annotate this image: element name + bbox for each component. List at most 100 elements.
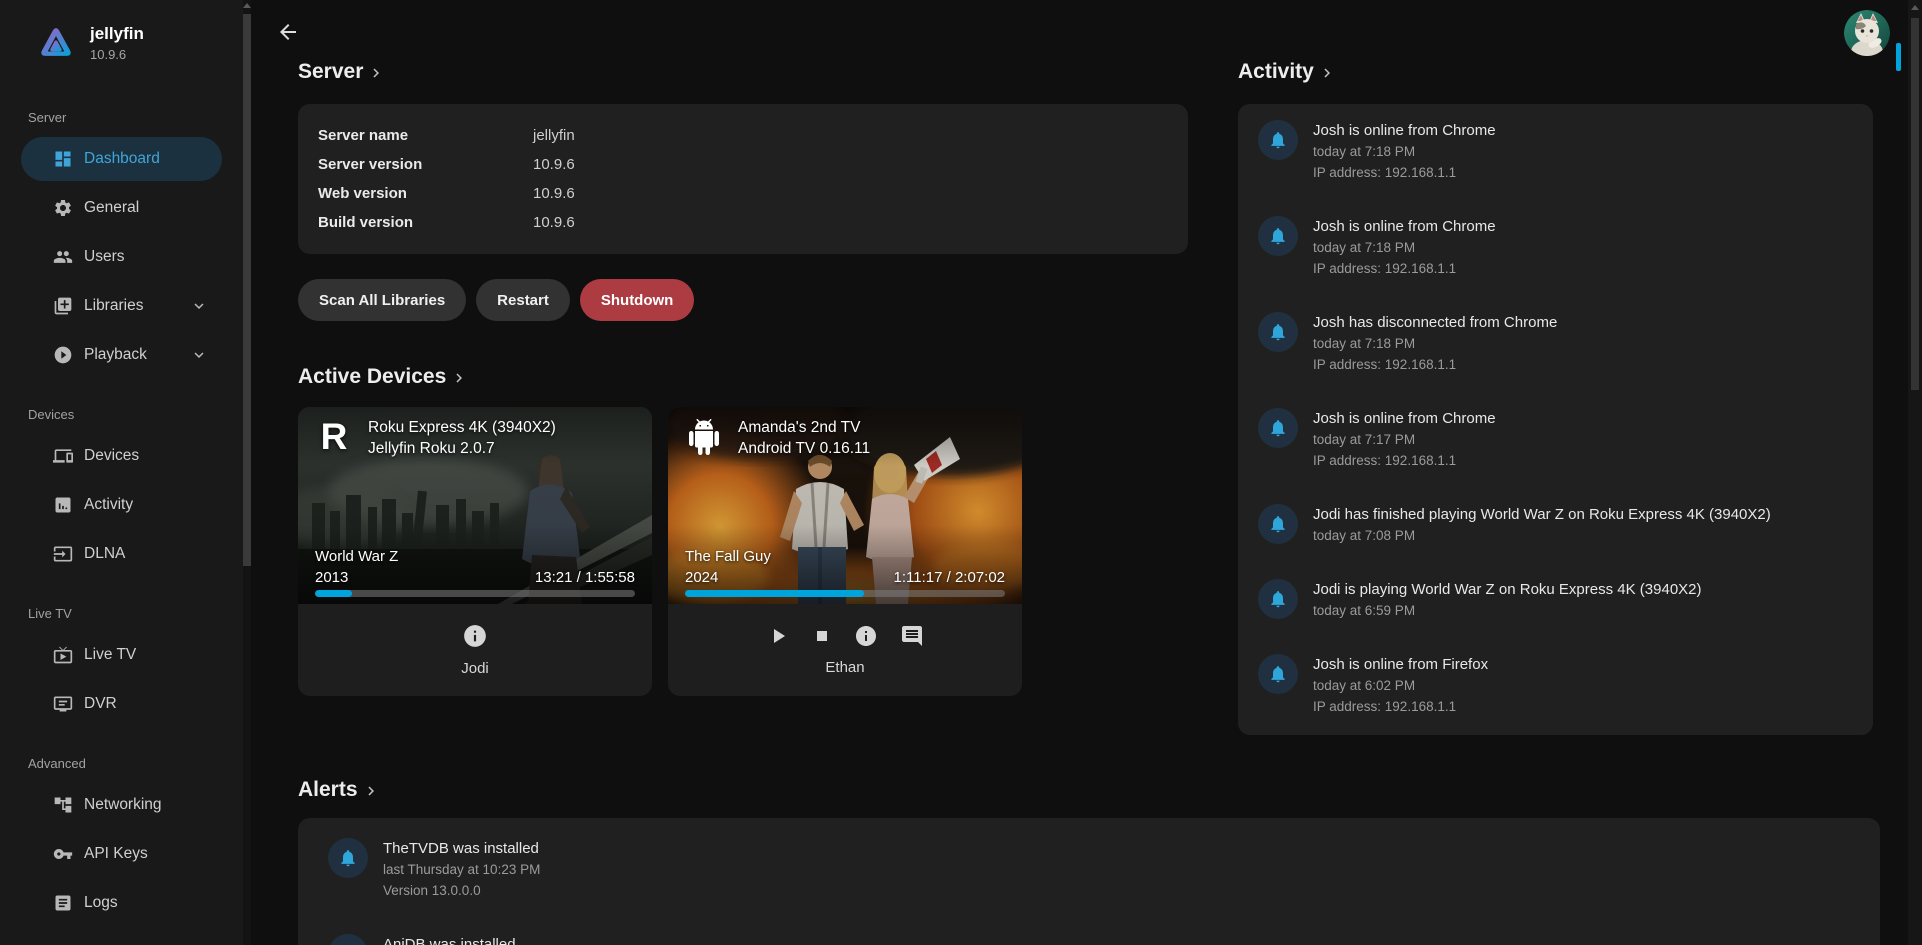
now-playing-backdrop: Amanda's 2nd TV Android TV 0.16.11 The F… bbox=[668, 407, 1022, 604]
dlna-icon bbox=[53, 544, 73, 564]
session-user: Ethan bbox=[825, 659, 864, 676]
server-info-row: Server version 10.9.6 bbox=[318, 150, 1168, 179]
playback-progress-bar bbox=[685, 590, 1005, 597]
sidebar-item-activity[interactable]: Activity bbox=[21, 483, 222, 527]
sidebar-item-dvr[interactable]: DVR bbox=[21, 682, 222, 726]
activity-item-ip: IP address: 192.168.1.1 bbox=[1313, 162, 1496, 183]
playback-icon bbox=[53, 345, 73, 365]
sidebar-item-general[interactable]: General bbox=[21, 186, 222, 230]
device-card-roku[interactable]: R Roku Express 4K (3940X2) Jellyfin Roku… bbox=[298, 407, 652, 696]
dvr-icon bbox=[53, 694, 73, 714]
sidebar-item-dlna[interactable]: DLNA bbox=[21, 532, 222, 576]
notification-avatar bbox=[1258, 654, 1298, 694]
alert-item-title: AniDB was installed bbox=[383, 934, 516, 945]
alerts-heading[interactable]: Alerts bbox=[298, 778, 380, 802]
sidebar-item-devices[interactable]: Devices bbox=[21, 434, 222, 478]
cat-avatar-image bbox=[1844, 10, 1890, 56]
sidebar-item-api-keys[interactable]: API Keys bbox=[21, 832, 222, 876]
sidebar-item-users[interactable]: Users bbox=[21, 235, 222, 279]
active-devices-heading[interactable]: Active Devices bbox=[298, 365, 468, 389]
session-user: Jodi bbox=[461, 660, 489, 677]
activity-icon bbox=[53, 495, 73, 515]
key-icon bbox=[53, 844, 73, 864]
dashboard-icon bbox=[53, 149, 73, 169]
alerts-card: TheTVDB was installed last Thursday at 1… bbox=[298, 818, 1880, 945]
server-section-heading[interactable]: Server bbox=[298, 60, 385, 84]
notification-avatar bbox=[328, 838, 368, 878]
sidebar-item-playback[interactable]: Playback bbox=[21, 333, 222, 377]
activity-item-title: Josh has disconnected from Chrome bbox=[1313, 312, 1557, 333]
logs-icon bbox=[53, 893, 73, 913]
app-header: jellyfin 10.9.6 bbox=[0, 0, 243, 64]
activity-item-title: Josh is online from Chrome bbox=[1313, 408, 1496, 429]
info-icon[interactable] bbox=[462, 623, 488, 649]
sidebar-item-live-tv[interactable]: Live TV bbox=[21, 633, 222, 677]
playback-progress-fill bbox=[685, 590, 864, 597]
notification-avatar bbox=[328, 934, 368, 945]
device-header: Amanda's 2nd TV Android TV 0.16.11 bbox=[682, 417, 870, 459]
device-card-footer: Ethan bbox=[668, 604, 1022, 696]
gear-icon bbox=[53, 198, 73, 218]
sidebar-item-label: API Keys bbox=[84, 845, 148, 863]
app-version: 10.9.6 bbox=[90, 47, 144, 62]
device-card-footer: Jodi bbox=[298, 604, 652, 696]
scroll-up-arrow-icon[interactable] bbox=[243, 3, 251, 8]
alert-item: TheTVDB was installed last Thursday at 1… bbox=[328, 838, 1860, 901]
alert-item-detail: Version 13.0.0.0 bbox=[383, 880, 540, 901]
sidebar-scrollbar-thumb[interactable] bbox=[243, 14, 251, 566]
sidebar-item-libraries[interactable]: Libraries bbox=[21, 284, 222, 328]
playback-progress-bar bbox=[315, 590, 635, 597]
android-icon bbox=[686, 417, 722, 457]
activity-item-ip: IP address: 192.168.1.1 bbox=[1313, 696, 1488, 717]
message-icon[interactable] bbox=[900, 624, 924, 648]
alert-item: AniDB was installed bbox=[328, 934, 1860, 945]
page-scrollbar-thumb[interactable] bbox=[1911, 18, 1919, 390]
scroll-up-arrow-icon[interactable] bbox=[1911, 5, 1919, 10]
stop-icon[interactable] bbox=[812, 626, 832, 646]
activity-item-time: today at 7:17 PM bbox=[1313, 429, 1496, 450]
device-name: Amanda's 2nd TV bbox=[738, 417, 870, 438]
sidebar-item-logs[interactable]: Logs bbox=[21, 881, 222, 925]
activity-card: Josh is online from Chrometoday at 7:18 … bbox=[1238, 104, 1873, 735]
server-info-row: Build version 10.9.6 bbox=[318, 208, 1168, 237]
activity-heading[interactable]: Activity bbox=[1238, 60, 1336, 84]
active-devices-title: Active Devices bbox=[298, 365, 446, 389]
playback-position: 13:21 / 1:55:58 bbox=[535, 569, 635, 586]
chevron-down-icon bbox=[190, 346, 208, 364]
info-icon[interactable] bbox=[854, 624, 878, 648]
sidebar-item-label: Logs bbox=[84, 894, 118, 912]
activity-item-ip: IP address: 192.168.1.1 bbox=[1313, 450, 1496, 471]
user-avatar[interactable] bbox=[1844, 10, 1890, 56]
shutdown-button[interactable]: Shutdown bbox=[580, 279, 694, 321]
back-button[interactable] bbox=[270, 14, 306, 50]
sidebar-item-dashboard[interactable]: Dashboard bbox=[21, 137, 222, 181]
server-section-title: Server bbox=[298, 60, 363, 84]
sidebar-section-devices: Devices bbox=[28, 407, 243, 422]
notification-avatar bbox=[1258, 408, 1298, 448]
restart-button[interactable]: Restart bbox=[476, 279, 570, 321]
server-info-label: Web version bbox=[318, 185, 533, 202]
media-title: World War Z bbox=[315, 548, 398, 565]
server-info-value: jellyfin bbox=[533, 127, 575, 144]
server-info-label: Server version bbox=[318, 156, 533, 173]
sidebar-item-label: DVR bbox=[84, 695, 117, 713]
activity-item-time: today at 7:18 PM bbox=[1313, 237, 1496, 258]
bell-icon bbox=[1268, 664, 1288, 684]
chevron-right-icon bbox=[1318, 64, 1336, 82]
notification-avatar bbox=[1258, 579, 1298, 619]
roku-logo-icon: R bbox=[321, 417, 348, 457]
device-card-android-tv[interactable]: Amanda's 2nd TV Android TV 0.16.11 The F… bbox=[668, 407, 1022, 696]
sidebar-item-networking[interactable]: Networking bbox=[21, 783, 222, 827]
client-app: Jellyfin Roku 2.0.7 bbox=[368, 438, 556, 459]
playback-position: 1:11:17 / 2:07:02 bbox=[894, 569, 1005, 586]
scrollbar-highlight-marker bbox=[1896, 43, 1901, 71]
activity-item-time: today at 7:18 PM bbox=[1313, 141, 1496, 162]
activity-item-title: Josh is online from Chrome bbox=[1313, 216, 1496, 237]
networking-icon bbox=[53, 795, 73, 815]
server-info-value: 10.9.6 bbox=[533, 185, 575, 202]
activity-item-ip: IP address: 192.168.1.1 bbox=[1313, 258, 1496, 279]
sidebar-item-label: Libraries bbox=[84, 297, 143, 315]
play-icon[interactable] bbox=[766, 624, 790, 648]
device-header: R Roku Express 4K (3940X2) Jellyfin Roku… bbox=[312, 417, 556, 459]
scan-all-libraries-button[interactable]: Scan All Libraries bbox=[298, 279, 466, 321]
